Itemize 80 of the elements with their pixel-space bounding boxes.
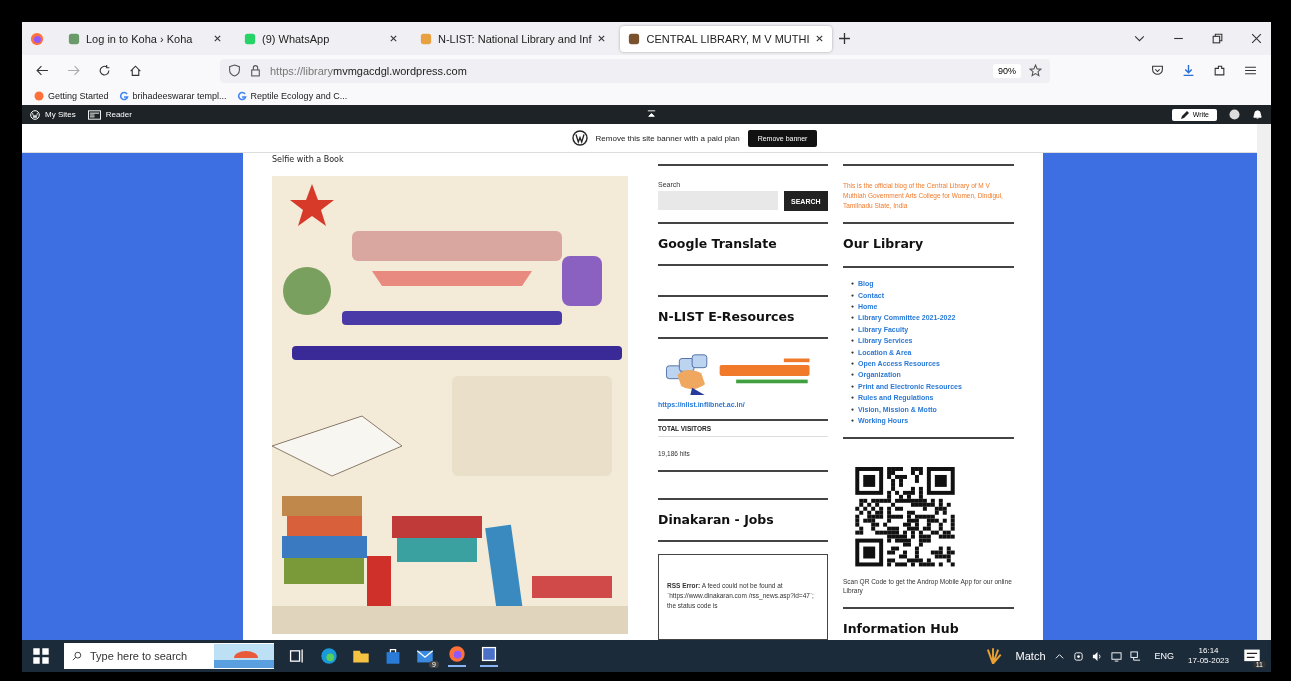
- bullet-icon: [851, 293, 854, 297]
- monitor-icon[interactable]: [1110, 650, 1122, 662]
- bullet-icon: [851, 362, 854, 365]
- reader-icon: [87, 109, 101, 120]
- bullet-icon: [851, 282, 854, 286]
- widget-title: Our Library: [843, 236, 925, 254]
- browser-tab[interactable]: CENTRAL LIBRARY, M V MUTHI: [620, 25, 833, 52]
- bullet-icon: [851, 407, 854, 411]
- bullet-icon: [851, 373, 854, 377]
- reader-link[interactable]: Reader: [87, 109, 132, 120]
- favicon-icon: [628, 32, 641, 45]
- pocket-icon[interactable]: [1151, 64, 1164, 77]
- edge-icon[interactable]: [320, 647, 338, 665]
- my-sites-link[interactable]: My Sites: [30, 109, 76, 120]
- extensions-icon[interactable]: [1213, 64, 1226, 77]
- bookmark-item[interactable]: brihadeeswarar templ...: [118, 90, 227, 101]
- post-caption: Selfie with a Book: [272, 155, 345, 164]
- task-view-icon[interactable]: [288, 647, 306, 665]
- widget-title: Google Translate: [658, 236, 778, 253]
- widget-title: Dinakaran - Jobs: [658, 511, 775, 529]
- weather-text[interactable]: Match: [1015, 650, 1046, 662]
- reload-icon[interactable]: [98, 64, 111, 77]
- menu-icon[interactable]: [1244, 64, 1257, 77]
- address-bar[interactable]: https://librarymvmgacdgl.wordpress.com 90%: [220, 58, 1050, 83]
- favicon-icon: [420, 32, 432, 45]
- taskbar-search-field[interactable]: Type here to search: [64, 643, 274, 669]
- camera-icon[interactable]: [1072, 650, 1084, 662]
- shield-icon[interactable]: [228, 64, 241, 77]
- bullet-icon: [851, 339, 854, 343]
- bullet-icon: [851, 396, 854, 400]
- collapse-icon[interactable]: [646, 109, 658, 120]
- avatar-icon[interactable]: [1229, 109, 1240, 120]
- favicon-icon: [244, 32, 256, 45]
- scrollbar[interactable]: [1257, 124, 1271, 640]
- new-tab-icon[interactable]: [838, 32, 852, 45]
- back-icon[interactable]: [36, 64, 49, 77]
- bullet-icon: [851, 327, 854, 331]
- close-icon[interactable]: [1250, 32, 1263, 45]
- bookmark-item[interactable]: Reptile Ecology and C...: [236, 90, 348, 101]
- star-icon[interactable]: [1029, 64, 1042, 77]
- banner-text: Remove this site banner with a paid plan: [595, 133, 740, 143]
- wordpress-logo-icon: [571, 130, 588, 146]
- favicon-icon: [68, 32, 80, 45]
- lock-icon: [249, 64, 262, 77]
- zoom-level[interactable]: 90%: [993, 63, 1021, 78]
- clock[interactable]: 16:14 17-05-2023: [1188, 645, 1229, 667]
- firefox-icon[interactable]: [448, 645, 466, 667]
- bullet-icon: [851, 418, 854, 422]
- bullet-icon: [851, 384, 854, 388]
- wordpress-icon: [30, 109, 40, 120]
- bullet-icon: [851, 350, 854, 354]
- bullet-icon: [851, 305, 854, 309]
- close-icon[interactable]: [389, 34, 398, 43]
- close-icon[interactable]: [815, 34, 825, 43]
- bell-icon[interactable]: [1252, 109, 1263, 120]
- widget-title: N-LIST E-Resources: [658, 308, 796, 326]
- start-icon[interactable]: [32, 647, 50, 665]
- bookmark-icon: [34, 90, 44, 101]
- browser-tab[interactable]: N-LIST: National Library and Inf: [412, 25, 615, 52]
- network-icon[interactable]: [1129, 650, 1141, 662]
- speaker-icon[interactable]: [1091, 650, 1103, 662]
- download-icon[interactable]: [1182, 64, 1195, 77]
- search-icon: [72, 651, 82, 661]
- browser-tab[interactable]: (9) WhatsApp: [236, 25, 406, 52]
- bullet-icon: [851, 316, 854, 320]
- bookmark-item[interactable]: Getting Started: [34, 90, 109, 101]
- app-window-icon[interactable]: [480, 645, 498, 667]
- bookmark-icon: [236, 90, 247, 101]
- widget-title: Information Hub: [843, 621, 960, 639]
- bookmark-icon: [118, 90, 129, 101]
- pencil-icon: [1179, 109, 1190, 120]
- store-icon[interactable]: [384, 647, 402, 665]
- browser-tab[interactable]: Log in to Koha › Koha: [60, 25, 230, 52]
- firefox-icon[interactable]: [30, 31, 44, 46]
- close-icon[interactable]: [213, 34, 222, 43]
- home-icon[interactable]: [129, 64, 142, 77]
- close-icon[interactable]: [597, 34, 607, 43]
- language-indicator[interactable]: ENG: [1154, 651, 1175, 661]
- restore-icon[interactable]: [1211, 32, 1224, 45]
- url-text: https://librarymvmgacdgl.wordpress.com: [270, 64, 467, 77]
